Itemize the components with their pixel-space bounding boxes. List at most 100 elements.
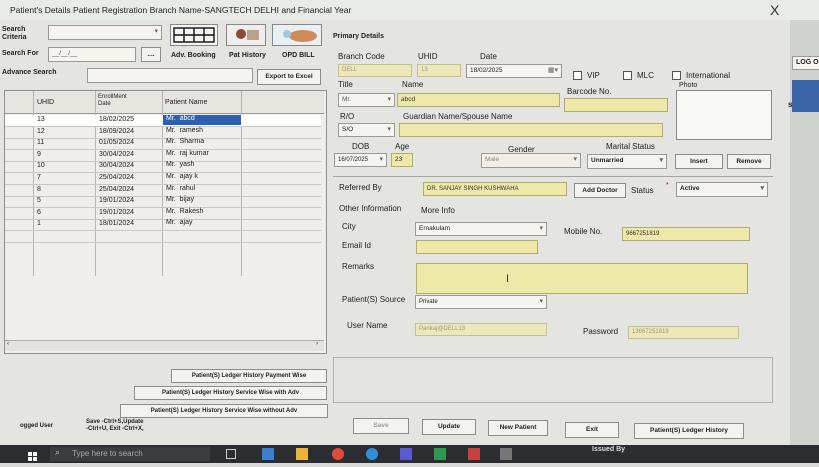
enroll-date-cell: 19/01/2024 xyxy=(99,208,135,216)
more-info-tab[interactable]: More Info xyxy=(421,206,455,215)
branch-code-label: Branch Code xyxy=(338,52,385,61)
patient-photo-button[interactable] xyxy=(226,24,266,46)
date-picker[interactable]: 18/02/2025 ▦▾ xyxy=(466,64,562,78)
logout-button[interactable]: LOG O xyxy=(792,56,819,70)
status-select[interactable]: Active ▾ xyxy=(676,182,768,197)
uhid-cell: 8 xyxy=(37,185,41,193)
exit-button[interactable]: Exit xyxy=(565,422,619,438)
guardian-input[interactable] xyxy=(399,123,663,137)
side-s-label: s xyxy=(788,100,793,109)
vip-checkbox[interactable] xyxy=(573,71,582,80)
col-name-header[interactable]: Patient Name xyxy=(165,99,207,106)
chrome-icon[interactable] xyxy=(332,448,344,460)
close-button[interactable]: X xyxy=(770,2,779,18)
ledger-payment-wise-button[interactable]: Patient(S) Ledger History Payment Wise xyxy=(171,369,327,383)
city-select[interactable]: Ernakulam ▾ xyxy=(415,222,547,236)
adv-booking-link[interactable]: Adv. Booking xyxy=(171,52,216,59)
table-row[interactable]: 12 18/09/2024 Mr. ramesh xyxy=(5,127,321,139)
email-input[interactable] xyxy=(416,240,538,254)
edge-icon[interactable] xyxy=(366,448,378,460)
col-uhid-header[interactable]: UHID xyxy=(37,99,54,106)
table-row[interactable]: 1 18/01/2024 Mr. ajay xyxy=(5,219,321,232)
calendar-icon[interactable]: ▦▾ xyxy=(548,65,558,77)
add-doctor-button[interactable]: Add Doctor xyxy=(574,183,626,198)
patient-name-cell: Mr. ramesh xyxy=(163,127,241,137)
ledger-service-with-adv-button[interactable]: Patient(S) Ledger History Service Wise w… xyxy=(134,386,327,400)
marital-status-select[interactable]: Unmarried ▾ xyxy=(587,154,667,169)
search-for-input[interactable]: __/__/__ xyxy=(48,47,136,62)
chevron-down-icon: ▾ xyxy=(539,225,543,232)
dob-picker[interactable]: 16/07/2025 ▾ xyxy=(334,153,387,167)
search-browse-button[interactable]: .... xyxy=(141,47,161,62)
gender-select[interactable]: Male ▾ xyxy=(481,153,581,168)
opd-bill-link[interactable]: OPD BILL xyxy=(282,52,315,59)
international-checkbox[interactable] xyxy=(672,71,681,80)
barcode-input[interactable] xyxy=(564,98,668,112)
table-row[interactable]: 6 19/01/2024 Mr. Rakesh xyxy=(5,208,321,220)
uhid-cell: 5 xyxy=(37,197,41,205)
pat-history-link[interactable]: Pat History xyxy=(229,52,266,59)
ledger-history-button[interactable]: Patient(S) Ledger History xyxy=(634,423,744,439)
taskbar-search-box[interactable]: ⌕ Type here to search xyxy=(50,447,210,461)
empty-row[interactable] xyxy=(5,231,321,243)
photo-box[interactable] xyxy=(676,90,772,140)
table-row[interactable]: 11 01/05/2024 Mr. Sharma xyxy=(5,138,321,151)
table-row[interactable]: 7 25/04/2024 Mr. ajay k xyxy=(5,173,321,185)
age-input[interactable]: 23 xyxy=(391,153,413,167)
col-enroll-header[interactable]: EnrollMent Date xyxy=(98,94,127,108)
patient-source-label: Patient(S) Source xyxy=(342,295,406,304)
update-button[interactable]: Update xyxy=(422,419,476,435)
patient-card-button[interactable] xyxy=(272,24,322,46)
search-criteria-select[interactable]: ▾ xyxy=(48,25,162,40)
app-icon[interactable] xyxy=(262,448,274,460)
scroll-left-icon[interactable]: ‹ xyxy=(7,341,9,347)
table-row[interactable]: 10 30/04/2024 Mr. yash xyxy=(5,161,321,174)
table-row[interactable]: 9 30/04/2024 Mr. raj kumar xyxy=(5,150,321,162)
app-icon-3[interactable] xyxy=(434,448,446,460)
file-explorer-icon[interactable] xyxy=(296,448,308,460)
ledger-service-without-adv-button[interactable]: Patient(S) Ledger History Service Wise w… xyxy=(120,404,328,418)
patient-name: yash xyxy=(179,161,195,169)
ro-select[interactable]: S/O ▾ xyxy=(338,123,395,137)
patient-avatar-icon xyxy=(236,29,259,40)
enroll-date-cell: 18/01/2024 xyxy=(99,220,135,228)
referred-by-input[interactable]: DR. SANJAY SINGH KUSHWAHA xyxy=(423,182,567,196)
remarks-textarea[interactable] xyxy=(416,263,748,294)
uhid-cell: 1 xyxy=(37,220,41,228)
enroll-date-cell: 19/01/2024 xyxy=(99,197,135,205)
advance-search-input[interactable] xyxy=(87,68,253,83)
windows-start-icon[interactable] xyxy=(28,449,38,461)
remove-photo-button[interactable]: Remove xyxy=(727,154,771,169)
task-view-icon[interactable] xyxy=(226,449,236,459)
uhid-cell: 6 xyxy=(37,208,41,216)
vip-label: VIP xyxy=(587,71,600,80)
uhid-cell: 12 xyxy=(37,127,45,135)
guardian-label: Guardian Name/Spouse Name xyxy=(403,112,513,121)
patient-table: UHID EnrollMent Date Patient Name ▶ 1318… xyxy=(4,90,327,354)
horizontal-scrollbar[interactable]: ‹ › xyxy=(5,340,324,351)
insert-photo-button[interactable]: Insert xyxy=(675,154,723,169)
enroll-date-cell: 01/05/2024 xyxy=(99,139,135,147)
table-row[interactable]: 13 18/02/2025 Mr. abcd xyxy=(5,115,321,127)
name-input[interactable]: abcd xyxy=(397,93,560,107)
mobile-label: Mobile No. xyxy=(564,227,603,236)
mobile-input[interactable]: 9667251819 xyxy=(622,227,750,241)
mlc-checkbox[interactable] xyxy=(623,71,632,80)
new-patient-button[interactable]: New Patient xyxy=(488,420,548,436)
export-to-excel-button[interactable]: Export to Excel xyxy=(257,69,321,85)
patient-source-select[interactable]: Private ▾ xyxy=(415,295,547,309)
window-title: Patient's Details Patient Registration B… xyxy=(10,5,352,15)
remarks-label: Remarks xyxy=(342,262,375,271)
chevron-down-icon: ▾ xyxy=(379,156,383,163)
table-row[interactable]: 5 19/01/2024 Mr. bijay xyxy=(5,196,321,209)
title-select[interactable]: Mr. ▾ xyxy=(338,93,395,107)
marital-status-label: Marital Status xyxy=(606,142,655,151)
photo-label: Photo xyxy=(679,82,698,89)
app-icon-2[interactable] xyxy=(400,448,412,460)
save-button[interactable]: Save xyxy=(353,418,409,434)
table-row[interactable]: 8 25/04/2024 Mr. rahul xyxy=(5,185,321,197)
app-icon-4[interactable] xyxy=(468,448,480,460)
app-icon-5[interactable] xyxy=(500,448,512,460)
scroll-right-icon[interactable]: › xyxy=(316,341,318,347)
grid-view-button[interactable] xyxy=(170,24,218,46)
